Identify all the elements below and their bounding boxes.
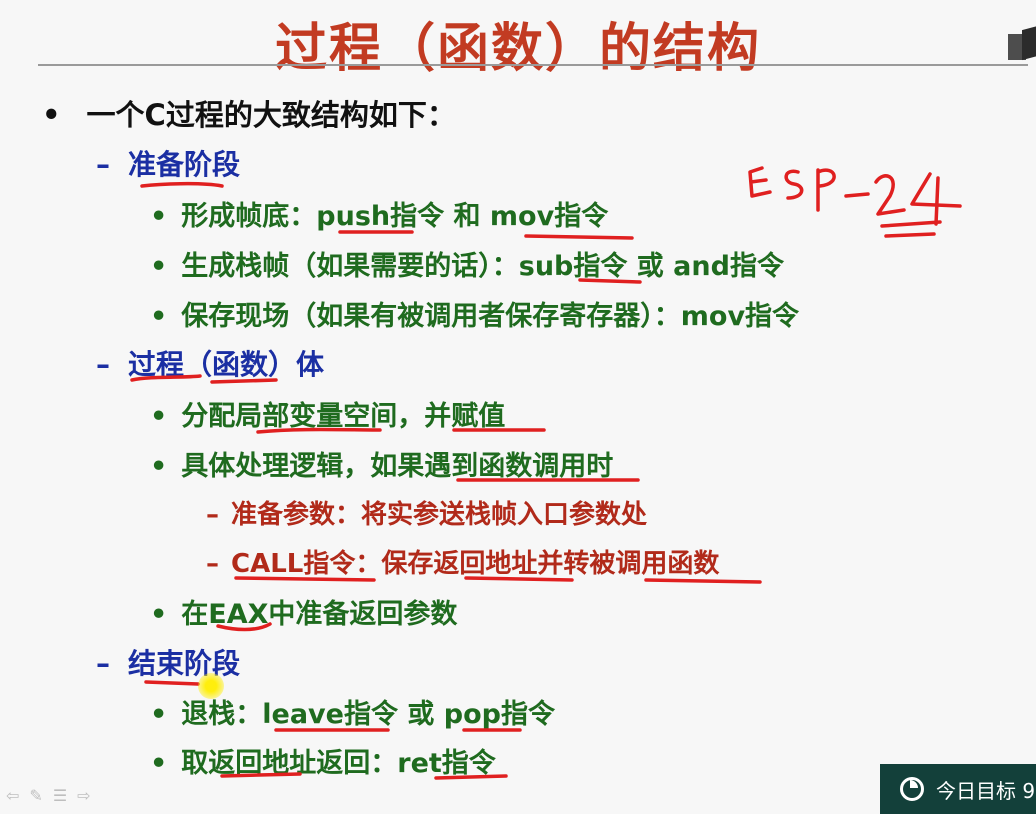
- title-divider: [38, 64, 1028, 66]
- outline-item: • 保存现场（如果有被调用者保存寄存器）：mov指令: [150, 301, 800, 332]
- daily-goal-badge[interactable]: 今日目标 9: [880, 764, 1036, 814]
- outline-item: • 取返回地址返回：ret指令: [150, 748, 496, 779]
- outline-item: • 分配局部变量空间，并赋值: [150, 401, 506, 432]
- slide-title: 过程（函数）的结构: [274, 19, 761, 79]
- slide-corner-logo-icon: [1008, 25, 1036, 64]
- menu-icon[interactable]: ☰: [53, 786, 67, 805]
- handwriting-stroke: [844, 192, 870, 198]
- outline-item: • 具体处理逻辑，如果遇到函数调用时: [150, 451, 614, 482]
- outline-item: – 过程（函数）体: [96, 348, 325, 381]
- outline-item: • 形成帧底：push指令 和 mov指令: [150, 201, 609, 232]
- handwriting-stroke: [910, 172, 962, 226]
- underline-mark: [144, 680, 200, 686]
- pointer-highlight: [198, 673, 224, 699]
- pen-icon[interactable]: ✎: [29, 786, 42, 805]
- underline-mark: [644, 578, 762, 584]
- outline-item: – CALL指令：保存返回地址并转被调用函数: [206, 549, 720, 579]
- outline-item: • 一个C过程的大致结构如下：: [42, 98, 456, 132]
- handwriting-stroke: [816, 168, 836, 212]
- prev-arrow-icon[interactable]: ⇦: [6, 786, 19, 805]
- underline-mark: [140, 181, 224, 188]
- outline-item: • 生成栈帧（如果需要的话）：sub指令 或 and指令: [150, 251, 784, 282]
- slide-toolbar: ⇦ ✎ ☰ ⇨: [6, 786, 91, 805]
- goal-label: 今日目标 9: [936, 778, 1036, 803]
- handwriting-stroke: [880, 220, 942, 238]
- outline-item: – 准备参数：将实参送栈帧入口参数处: [206, 500, 648, 530]
- handwriting-stroke: [784, 169, 804, 200]
- handwriting-stroke: [748, 166, 772, 198]
- progress-circle-icon: [900, 777, 924, 801]
- handwriting-stroke: [874, 174, 906, 216]
- next-arrow-icon[interactable]: ⇨: [77, 786, 90, 805]
- underline-mark: [524, 234, 634, 240]
- outline-item: • 在EAX中准备返回参数: [150, 599, 458, 630]
- outline-item: – 准备阶段: [96, 148, 241, 181]
